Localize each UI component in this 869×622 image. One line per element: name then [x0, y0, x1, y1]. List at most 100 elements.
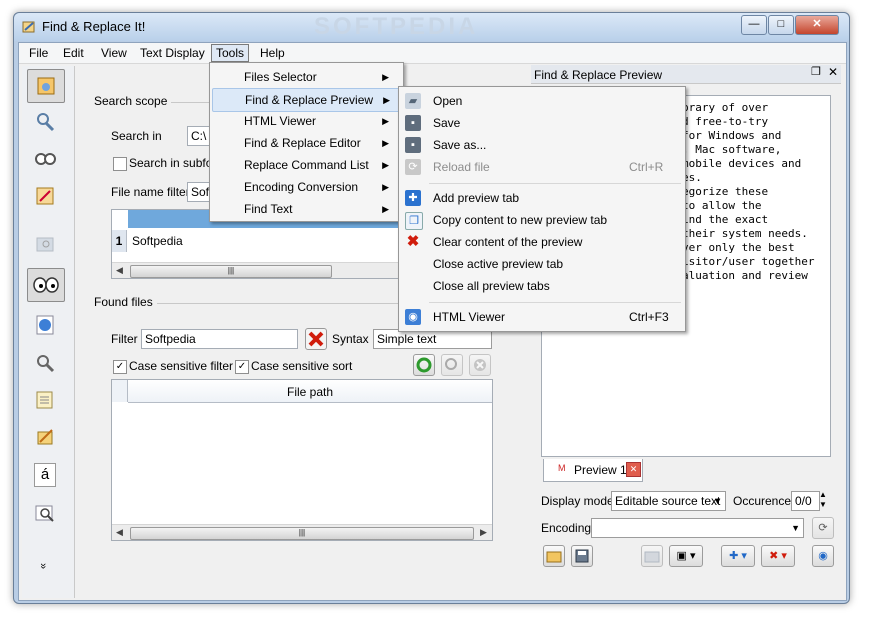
close-panel-icon[interactable]: ✕	[828, 65, 838, 79]
menu-text-display[interactable]: Text Display	[136, 45, 209, 61]
occurence-stepper[interactable]: 0/0	[791, 491, 820, 511]
submenu-label: Save as...	[433, 138, 487, 152]
grid-row-value[interactable]: Softpedia	[132, 234, 183, 248]
found-files-scrollbar[interactable]: ◀ ||| ▶	[112, 524, 492, 540]
menu-tools[interactable]: Tools	[211, 44, 250, 62]
find-files-icon[interactable]	[27, 69, 65, 103]
menu-item-replace-command-list[interactable]: Replace Command List ▶	[212, 154, 401, 176]
submenu-arrow-icon: ▶	[382, 72, 389, 82]
scroll-left-button[interactable]: ◀	[112, 263, 127, 278]
close-button[interactable]: ✕	[795, 15, 839, 35]
menu-help[interactable]: Help	[256, 45, 289, 61]
menu-file[interactable]: File	[25, 45, 52, 61]
add-tab-dropdown-button[interactable]: ✚ ▾	[721, 545, 755, 567]
syntax-value: Simple text	[377, 332, 437, 346]
file-path-column-header[interactable]: File path	[128, 380, 492, 403]
text-editor-icon[interactable]	[27, 384, 63, 416]
disabled-search-icon	[27, 228, 63, 260]
submenu-copy-content[interactable]: ❐ Copy content to new preview tab	[401, 209, 683, 231]
menu-item-encoding-conversion[interactable]: Encoding Conversion ▶	[212, 176, 401, 198]
reload-encoding-icon[interactable]: ⟳	[812, 517, 834, 539]
preview-submenu: ▰ Open ▪ Save ▪ Save as... ⟳ Reload file Ctrl…	[398, 86, 686, 332]
find-replace-icon[interactable]	[27, 106, 63, 138]
submenu-save-as[interactable]: ▪ Save as...	[401, 134, 683, 156]
menu-item-label: Find Text	[244, 202, 293, 216]
submenu-open[interactable]: ▰ Open	[401, 90, 683, 112]
html-viewer-icon[interactable]	[27, 309, 63, 341]
filter-label: Filter	[111, 332, 138, 346]
special-char-icon[interactable]: á	[27, 459, 63, 491]
subfolders-checkbox[interactable]	[113, 157, 127, 171]
menu-item-html-viewer[interactable]: HTML Viewer ▶	[212, 110, 401, 132]
submenu-arrow-icon: ▶	[382, 204, 389, 214]
found-files-grid: File path ◀ ||| ▶	[111, 379, 493, 541]
submenu-close-all-tabs[interactable]: Close all preview tabs	[401, 275, 683, 297]
menu-item-find-replace-preview[interactable]: Find & Replace Preview ▶	[212, 88, 403, 112]
case-sort-checkbox[interactable]: ✓	[235, 360, 249, 374]
command-list-icon[interactable]	[27, 347, 63, 379]
scroll-right-button[interactable]: ▶	[476, 525, 491, 540]
syntax-select[interactable]: Simple text	[373, 329, 492, 349]
window-title: Find & Replace It!	[42, 19, 146, 34]
submenu-label: Close all preview tabs	[433, 279, 550, 293]
find-text-icon[interactable]	[27, 497, 63, 529]
encoding-select[interactable]: ▼	[591, 518, 804, 538]
replace-icon[interactable]	[27, 180, 63, 212]
encoding-icon[interactable]	[27, 421, 63, 453]
occurence-label: Occurence	[733, 494, 792, 508]
submenu-save[interactable]: ▪ Save	[401, 112, 683, 134]
submenu-close-active-tab[interactable]: Close active preview tab	[401, 253, 683, 275]
submenu-label: Save	[433, 116, 461, 130]
display-mode-select[interactable]: Editable source text ▼	[611, 491, 726, 511]
clear-filter-icon[interactable]	[305, 328, 327, 350]
special-char-glyph: á	[34, 463, 56, 487]
menu-item-find-text[interactable]: Find Text ▶	[212, 198, 401, 220]
menu-item-find-replace-editor[interactable]: Find & Replace Editor ▶	[212, 132, 401, 154]
save-dropdown-button[interactable]: ▣ ▾	[669, 545, 703, 567]
clear-dropdown-button[interactable]: ✖ ▾	[761, 545, 795, 567]
submenu-label: HTML Viewer	[433, 310, 506, 324]
menu-edit[interactable]: Edit	[59, 45, 88, 61]
refresh-green-icon[interactable]	[413, 354, 435, 376]
float-panel-icon[interactable]: ❐	[811, 65, 821, 78]
preview-line: ver only the best	[682, 241, 795, 254]
menu-item-files-selector[interactable]: Files Selector ▶	[212, 66, 401, 88]
submenu-html-viewer[interactable]: ◉ HTML Viewer Ctrl+F3	[401, 306, 683, 328]
close-tab-icon[interactable]: ✕	[626, 462, 641, 477]
copy-content-icon: ❐	[405, 212, 423, 230]
grid-corner	[112, 380, 128, 402]
left-toolbar: á »	[22, 66, 75, 598]
case-filter-checkbox[interactable]: ✓	[113, 360, 127, 374]
menu-item-label: Find & Replace Preview	[245, 93, 374, 107]
menu-view[interactable]: View	[97, 45, 131, 61]
preview-tab-label: Preview 1	[574, 463, 627, 477]
open-folder-icon[interactable]	[543, 545, 565, 567]
menu-item-label: Encoding Conversion	[244, 180, 359, 194]
maximize-button[interactable]: □	[768, 15, 794, 35]
occurence-spin-icon[interactable]: ▲ ▼	[819, 490, 827, 510]
menu-item-label: Files Selector	[244, 70, 317, 84]
chevron-down-icon: ▼	[791, 523, 800, 533]
scroll-left-button-2[interactable]: ◀	[112, 525, 127, 540]
found-files-legend: Found files	[94, 295, 157, 309]
preview-eyes-icon[interactable]	[27, 268, 65, 302]
html-viewer-button[interactable]: ◉	[812, 545, 834, 567]
preview-tab[interactable]: M Preview 1 ✕	[543, 459, 643, 482]
submenu-label: Add preview tab	[433, 191, 520, 205]
filter-field[interactable]: Softpedia	[141, 329, 298, 349]
menu-item-label: Replace Command List	[244, 158, 369, 172]
search-icon[interactable]	[27, 143, 63, 175]
more-icon[interactable]: »	[37, 563, 49, 569]
submenu-label: Close active preview tab	[433, 257, 564, 271]
clear-red-x-icon: ✖	[406, 233, 420, 250]
save-disk-icon[interactable]	[571, 545, 593, 567]
preview-line: brary of over	[682, 101, 769, 114]
stop-disabled-icon	[469, 354, 491, 376]
title-bar[interactable]: Find & Replace It! SOFTPEDIA — □ ✕	[14, 13, 849, 41]
minimize-button[interactable]: —	[741, 15, 767, 35]
submenu-clear-content[interactable]: ✖ Clear content of the preview	[401, 231, 683, 253]
preview-line: their system needs.	[682, 227, 808, 240]
scroll-thumb-2[interactable]: |||	[130, 527, 474, 540]
submenu-add-preview-tab[interactable]: ✚ Add preview tab	[401, 187, 683, 209]
scroll-thumb[interactable]: |||	[130, 265, 332, 278]
